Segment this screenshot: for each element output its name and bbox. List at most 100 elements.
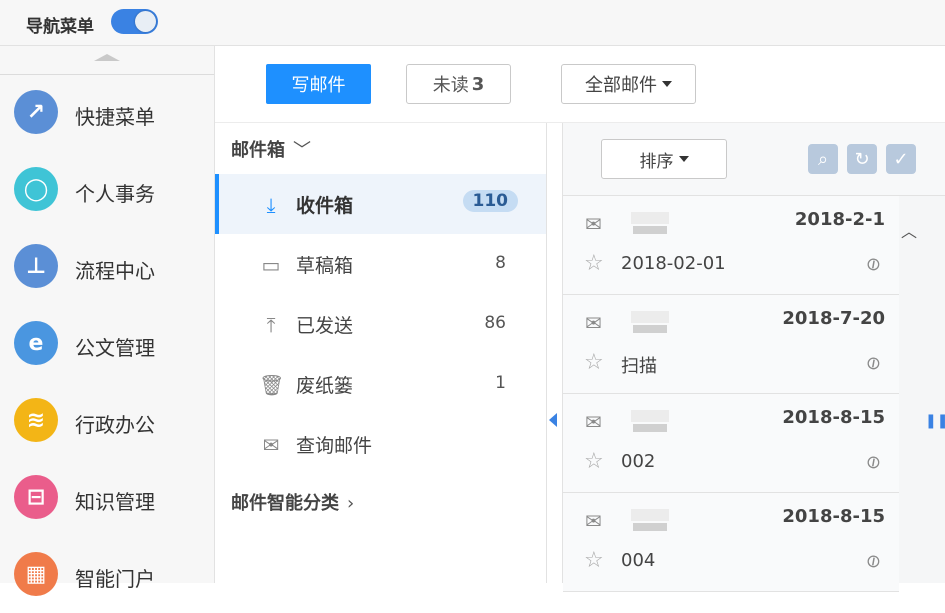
nav-item[interactable]: ≋ 行政办公 bbox=[0, 383, 214, 459]
nav-item[interactable]: ⊥ 流程中心 bbox=[0, 229, 214, 305]
nav-collapse-button[interactable] bbox=[0, 46, 214, 75]
folder-item[interactable]: ✉ 查询邮件 bbox=[215, 414, 546, 474]
star-icon[interactable]: ☆ bbox=[584, 548, 604, 573]
collapse-left-arrow-icon[interactable] bbox=[549, 413, 557, 427]
inbox-download-icon: ⤓ bbox=[266, 193, 276, 217]
unread-label: 未读 bbox=[432, 75, 469, 96]
pause-handle-icon[interactable]: ❚❚ bbox=[925, 413, 945, 429]
search-mail-icon: ✉ bbox=[262, 433, 280, 457]
nav-menu-toggle[interactable] bbox=[111, 9, 158, 34]
mail-toolbar: 写邮件 未读 3 全部邮件 bbox=[215, 46, 945, 123]
toggle-knob bbox=[135, 11, 156, 32]
folder-count: 86 bbox=[484, 313, 506, 333]
panel-splitter[interactable] bbox=[547, 123, 561, 583]
mail-date: 2018-8-15 bbox=[782, 407, 885, 428]
nav-item-label: 快捷菜单 bbox=[75, 105, 155, 129]
sender-redacted bbox=[621, 507, 681, 531]
mailbox-section-header[interactable]: 邮件箱 ﹀ bbox=[231, 136, 311, 162]
nav-item-label: 个人事务 bbox=[75, 182, 155, 206]
folder-label: 已发送 bbox=[296, 315, 354, 337]
attachment-icon: ⊘ bbox=[861, 548, 886, 575]
nav-item-label: 行政办公 bbox=[75, 413, 155, 437]
mail-list-item[interactable]: ✉ 2018-7-20 ☆ 扫描 ⊘ bbox=[563, 295, 899, 394]
nav-item[interactable]: e 公文管理 bbox=[0, 306, 214, 382]
folder-count: 110 bbox=[462, 190, 518, 212]
chevron-down-icon: ﹀ bbox=[293, 140, 311, 161]
sort-dropdown[interactable]: 排序 bbox=[601, 139, 727, 179]
nav-item-label: 知识管理 bbox=[75, 490, 155, 514]
nav-menu-title: 导航菜单 bbox=[26, 17, 94, 37]
mail-list-item[interactable]: ✉ 2018-2-1 ☆ 2018-02-01 ⊘ bbox=[563, 196, 899, 295]
mail-subject: 2018-02-01 bbox=[621, 253, 726, 274]
sent-upload-icon: ⤒ bbox=[266, 313, 276, 337]
envelope-icon: ✉ bbox=[585, 212, 602, 236]
sender-redacted bbox=[621, 309, 681, 333]
left-nav: ↗ 快捷菜单 ◯ 个人事务 ⊥ 流程中心 e 公文管理 ≋ 行政办公 ⊟ 知识管理 ▦ 智能门户 bbox=[0, 46, 215, 596]
stamp-icon: ⊥ bbox=[14, 244, 58, 288]
mailbox-panel: 邮件箱 ﹀ ⤓ 收件箱 110 ▭ 草稿箱 8 ⤒ 已发送 86 🗑 废纸篓 1 ✉ 查询邮件 邮件智能分类… bbox=[215, 123, 547, 583]
mailbox-section-title: 邮件箱 bbox=[231, 140, 285, 161]
nav-item-label: 流程中心 bbox=[75, 259, 155, 283]
mail-date: 2018-8-15 bbox=[782, 506, 885, 527]
check-icon[interactable]: ✓ bbox=[886, 144, 916, 174]
folder-item[interactable]: ⤓ 收件箱 110 bbox=[215, 174, 546, 234]
folder-count: 1 bbox=[495, 373, 506, 393]
nav-item[interactable]: ▦ 智能门户 bbox=[0, 537, 214, 613]
attachment-icon: ⊘ bbox=[861, 449, 886, 476]
smart-category-header[interactable]: 邮件智能分类 › bbox=[231, 489, 354, 515]
mail-date: 2018-2-1 bbox=[794, 209, 885, 230]
all-mail-label: 全部邮件 bbox=[585, 75, 657, 96]
folder-label: 废纸篓 bbox=[296, 375, 354, 397]
top-bar: 导航菜单 bbox=[0, 0, 945, 46]
attachment-icon: ⊘ bbox=[861, 350, 886, 377]
folder-label: 查询邮件 bbox=[296, 435, 373, 457]
smart-category-title: 邮件智能分类 bbox=[231, 493, 339, 514]
mail-list-item[interactable]: ✉ 2018-8-15 ☆ 004 ⊘ bbox=[563, 493, 899, 592]
sort-label: 排序 bbox=[639, 151, 674, 172]
quick-menu-icon: ↗ bbox=[14, 90, 58, 134]
sort-bar: 排序 ⌕ ↻ ✓ bbox=[563, 123, 945, 196]
mail-subject: 002 bbox=[621, 451, 656, 472]
star-icon[interactable]: ☆ bbox=[584, 350, 604, 375]
sender-redacted bbox=[621, 210, 681, 234]
all-mail-dropdown[interactable]: 全部邮件 bbox=[561, 64, 696, 104]
layers-icon: ≋ bbox=[14, 398, 58, 442]
book-icon: ⊟ bbox=[14, 475, 58, 519]
mail-list-panel: 排序 ⌕ ↻ ✓ ✉ 2018-2-1 ☆ 2018-02-01 ⊘ ✉ 2018-7-20… bbox=[562, 123, 945, 592]
unread-filter-button[interactable]: 未读 3 bbox=[406, 64, 511, 104]
star-icon[interactable]: ☆ bbox=[584, 449, 604, 474]
star-icon[interactable]: ☆ bbox=[584, 251, 604, 276]
folder-item[interactable]: ▭ 草稿箱 8 bbox=[215, 234, 546, 294]
person-icon: ◯ bbox=[14, 167, 58, 211]
write-mail-button[interactable]: 写邮件 bbox=[266, 64, 371, 104]
folder-label: 收件箱 bbox=[296, 195, 354, 217]
nav-item-label: 智能门户 bbox=[75, 567, 155, 591]
ie-icon: e bbox=[14, 321, 58, 365]
folder-count: 8 bbox=[495, 253, 506, 273]
chevron-right-icon: › bbox=[347, 493, 355, 514]
envelope-icon: ✉ bbox=[585, 509, 602, 533]
building-icon: ▦ bbox=[14, 552, 58, 596]
folder-item[interactable]: ⤒ 已发送 86 bbox=[215, 294, 546, 354]
attachment-icon: ⊘ bbox=[861, 251, 886, 278]
mail-subject: 004 bbox=[621, 550, 656, 571]
scroll-up-icon[interactable]: ︿ bbox=[901, 218, 917, 242]
envelope-icon: ✉ bbox=[585, 311, 602, 335]
nav-item[interactable]: ◯ 个人事务 bbox=[0, 152, 214, 228]
nav-item[interactable]: ↗ 快捷菜单 bbox=[0, 75, 214, 151]
caret-down-icon bbox=[678, 156, 689, 162]
caret-down-icon bbox=[662, 81, 672, 87]
nav-item[interactable]: ⊟ 知识管理 bbox=[0, 460, 214, 536]
unread-count: 3 bbox=[471, 73, 485, 95]
envelope-icon: ✉ bbox=[585, 410, 602, 434]
trash-icon: 🗑 bbox=[259, 373, 285, 397]
folder-label: 草稿箱 bbox=[296, 255, 354, 277]
sender-redacted bbox=[621, 408, 681, 432]
search-icon[interactable]: ⌕ bbox=[808, 144, 838, 174]
nav-item-label: 公文管理 bbox=[75, 336, 155, 360]
folder-item[interactable]: 🗑 废纸篓 1 bbox=[215, 354, 546, 414]
chevron-up-icon bbox=[94, 54, 120, 61]
mail-list-item[interactable]: ✉ 2018-8-15 ☆ 002 ⊘ bbox=[563, 394, 899, 493]
mail-date: 2018-7-20 bbox=[782, 308, 885, 329]
refresh-icon[interactable]: ↻ bbox=[847, 144, 877, 174]
